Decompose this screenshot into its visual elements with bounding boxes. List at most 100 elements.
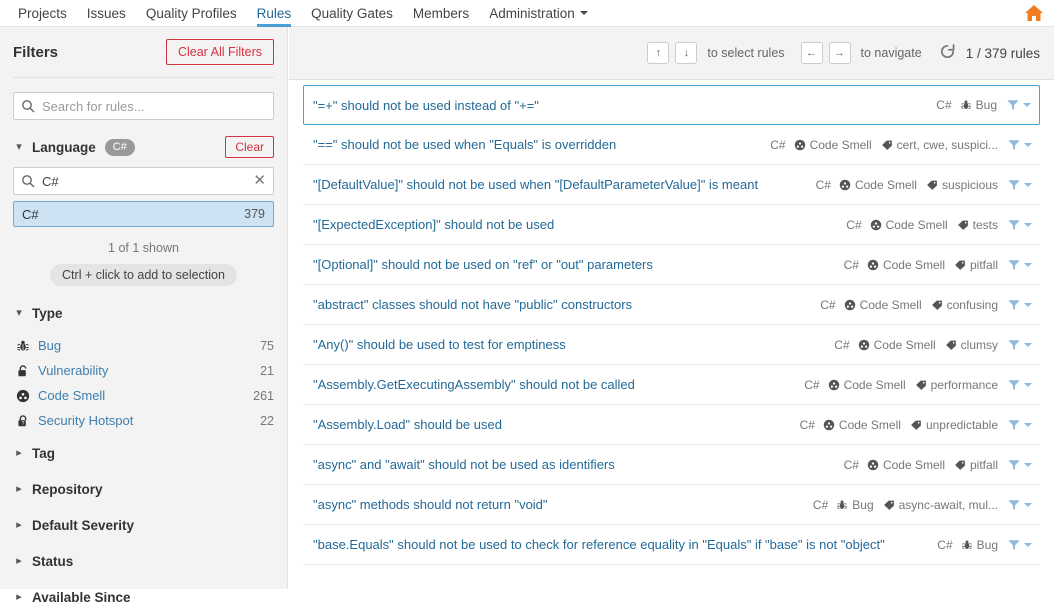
- rule-filter-button[interactable]: [1007, 338, 1032, 352]
- rule-filter-button[interactable]: [1007, 138, 1032, 152]
- rule-title[interactable]: "async" methods should not return "void": [313, 497, 803, 512]
- nav-item-projects[interactable]: Projects: [8, 0, 77, 27]
- nav-item-label: Administration: [489, 5, 575, 21]
- security-hotspot-icon: ?: [16, 414, 38, 428]
- key-right-button[interactable]: →: [828, 42, 851, 64]
- rule-row[interactable]: "[ExpectedException]" should not be used…: [303, 205, 1040, 245]
- home-icon[interactable]: [1023, 2, 1045, 24]
- rule-tags-label: pitfall: [969, 457, 998, 472]
- rule-row[interactable]: "async" methods should not return "void"…: [303, 485, 1040, 525]
- rule-filter-button[interactable]: [1007, 458, 1032, 472]
- rule-filter-button[interactable]: [1006, 98, 1031, 112]
- code-smell-icon: [858, 339, 870, 351]
- rule-filter-button[interactable]: [1007, 538, 1032, 552]
- rule-type: Code Smell: [858, 338, 936, 352]
- key-left-button[interactable]: ←: [800, 42, 823, 64]
- type-filter-count: 75: [260, 338, 274, 353]
- facet-header-type[interactable]: ▾ Type: [13, 302, 274, 324]
- rule-row[interactable]: "[DefaultValue]" should not be used when…: [303, 165, 1040, 205]
- bug-icon: [836, 499, 848, 511]
- rule-title[interactable]: "[Optional]" should not be used on "ref"…: [313, 257, 834, 272]
- rule-row[interactable]: "Any()" should be used to test for empti…: [303, 325, 1040, 365]
- rule-row[interactable]: "base.Equals" should not be used to chec…: [303, 525, 1040, 565]
- type-filter-bug[interactable]: Bug 75: [13, 333, 274, 358]
- facet-label-repository: Repository: [32, 481, 103, 497]
- chevron-down-icon: [1024, 462, 1032, 467]
- rule-title[interactable]: "base.Equals" should not be used to chec…: [313, 537, 927, 552]
- rule-filter-button[interactable]: [1007, 418, 1032, 432]
- rules-count-label: 1 / 379 rules: [965, 45, 1040, 61]
- type-filter-security-hotspot[interactable]: ? Security Hotspot 22: [13, 408, 274, 433]
- language-search-box[interactable]: ✕: [13, 167, 274, 195]
- rule-row[interactable]: "abstract" classes should not have "publ…: [303, 285, 1040, 325]
- top-navigation-bar: Projects Issues Quality Profiles Rules Q…: [0, 0, 1054, 27]
- facet-header-status[interactable]: ▸ Status: [13, 545, 274, 577]
- type-filter-label: Vulnerability: [38, 363, 109, 378]
- rule-type: Code Smell: [828, 378, 906, 392]
- rule-row[interactable]: "[Optional]" should not be used on "ref"…: [303, 245, 1040, 285]
- rule-filter-button[interactable]: [1007, 378, 1032, 392]
- tag-icon: [883, 499, 895, 511]
- clear-all-filters-button[interactable]: Clear All Filters: [165, 39, 274, 65]
- close-icon[interactable]: ✕: [253, 172, 266, 190]
- rule-language: C#: [770, 137, 786, 152]
- nav-item-administration[interactable]: Administration: [479, 0, 598, 27]
- rule-tags: cert, cwe, suspici...: [881, 138, 998, 152]
- language-option-csharp[interactable]: C# 379: [13, 201, 274, 227]
- type-filter-vulnerability[interactable]: Vulnerability 21: [13, 358, 274, 383]
- rule-filter-button[interactable]: [1007, 178, 1032, 192]
- filter-icon: [1008, 419, 1020, 430]
- rule-row[interactable]: "=+" should not be used instead of "+=" …: [303, 85, 1040, 125]
- code-smell-icon: [867, 459, 879, 471]
- search-input[interactable]: [40, 93, 265, 119]
- nav-item-quality-profiles[interactable]: Quality Profiles: [136, 0, 247, 27]
- rule-filter-button[interactable]: [1007, 498, 1032, 512]
- nav-items: Projects Issues Quality Profiles Rules Q…: [0, 0, 598, 27]
- chevron-down-icon: [1024, 302, 1032, 307]
- rule-filter-button[interactable]: [1007, 258, 1032, 272]
- filters-header: Filters Clear All Filters: [13, 27, 274, 77]
- reload-icon[interactable]: [938, 42, 957, 64]
- rule-row[interactable]: "Assembly.Load" should be used C# Code S…: [303, 405, 1040, 445]
- rule-title[interactable]: "=+" should not be used instead of "+=": [313, 98, 926, 113]
- nav-item-issues[interactable]: Issues: [77, 0, 136, 27]
- rule-type-label: Bug: [976, 537, 998, 552]
- rule-filter-button[interactable]: [1007, 298, 1032, 312]
- rule-title[interactable]: "async" and "await" should not be used a…: [313, 457, 834, 472]
- rule-title[interactable]: "abstract" classes should not have "publ…: [313, 297, 810, 312]
- rule-row[interactable]: "==" should not be used when "Equals" is…: [303, 125, 1040, 165]
- rule-row[interactable]: "Assembly.GetExecutingAssembly" should n…: [303, 365, 1040, 405]
- rule-filter-button[interactable]: [1007, 218, 1032, 232]
- rule-title[interactable]: "Assembly.GetExecutingAssembly" should n…: [313, 377, 794, 392]
- rule-title[interactable]: "Assembly.Load" should be used: [313, 417, 790, 432]
- filter-icon: [1008, 539, 1020, 550]
- clear-language-filter-button[interactable]: Clear: [225, 136, 274, 158]
- language-search-input[interactable]: [40, 168, 265, 194]
- rule-title[interactable]: "Any()" should be used to test for empti…: [313, 337, 824, 352]
- nav-item-members[interactable]: Members: [403, 0, 479, 27]
- chevron-right-icon: ▸: [16, 590, 22, 603]
- navigate-hint: to navigate: [860, 46, 922, 60]
- rules-search-box[interactable]: [13, 92, 274, 120]
- key-up-button[interactable]: ↑: [647, 42, 670, 64]
- tag-icon: [915, 379, 927, 391]
- type-filter-code-smell[interactable]: Code Smell 261: [13, 383, 274, 408]
- key-down-button[interactable]: ↓: [675, 42, 698, 64]
- filter-icon: [1008, 139, 1020, 150]
- facet-header-available-since[interactable]: ▸ Available Since: [13, 581, 274, 613]
- nav-item-label: Issues: [86, 5, 126, 21]
- rule-type: Code Smell: [867, 458, 945, 472]
- rule-row[interactable]: "async" and "await" should not be used a…: [303, 445, 1040, 485]
- facet-header-repository[interactable]: ▸ Repository: [13, 473, 274, 505]
- rule-title[interactable]: "[ExpectedException]" should not be used: [313, 217, 836, 232]
- facet-header-language[interactable]: ▾ Language C# Clear: [13, 136, 274, 158]
- facet-header-default-severity[interactable]: ▸ Default Severity: [13, 509, 274, 541]
- language-badge: C#: [104, 138, 135, 156]
- facet-header-tag[interactable]: ▸ Tag: [13, 437, 274, 469]
- nav-item-rules[interactable]: Rules: [247, 0, 302, 27]
- rule-meta: C# Code Smell pitfall: [844, 458, 1032, 472]
- tag-icon: [945, 339, 957, 351]
- nav-item-quality-gates[interactable]: Quality Gates: [301, 0, 403, 27]
- rule-title[interactable]: "[DefaultValue]" should not be used when…: [313, 177, 806, 192]
- rule-title[interactable]: "==" should not be used when "Equals" is…: [313, 137, 760, 152]
